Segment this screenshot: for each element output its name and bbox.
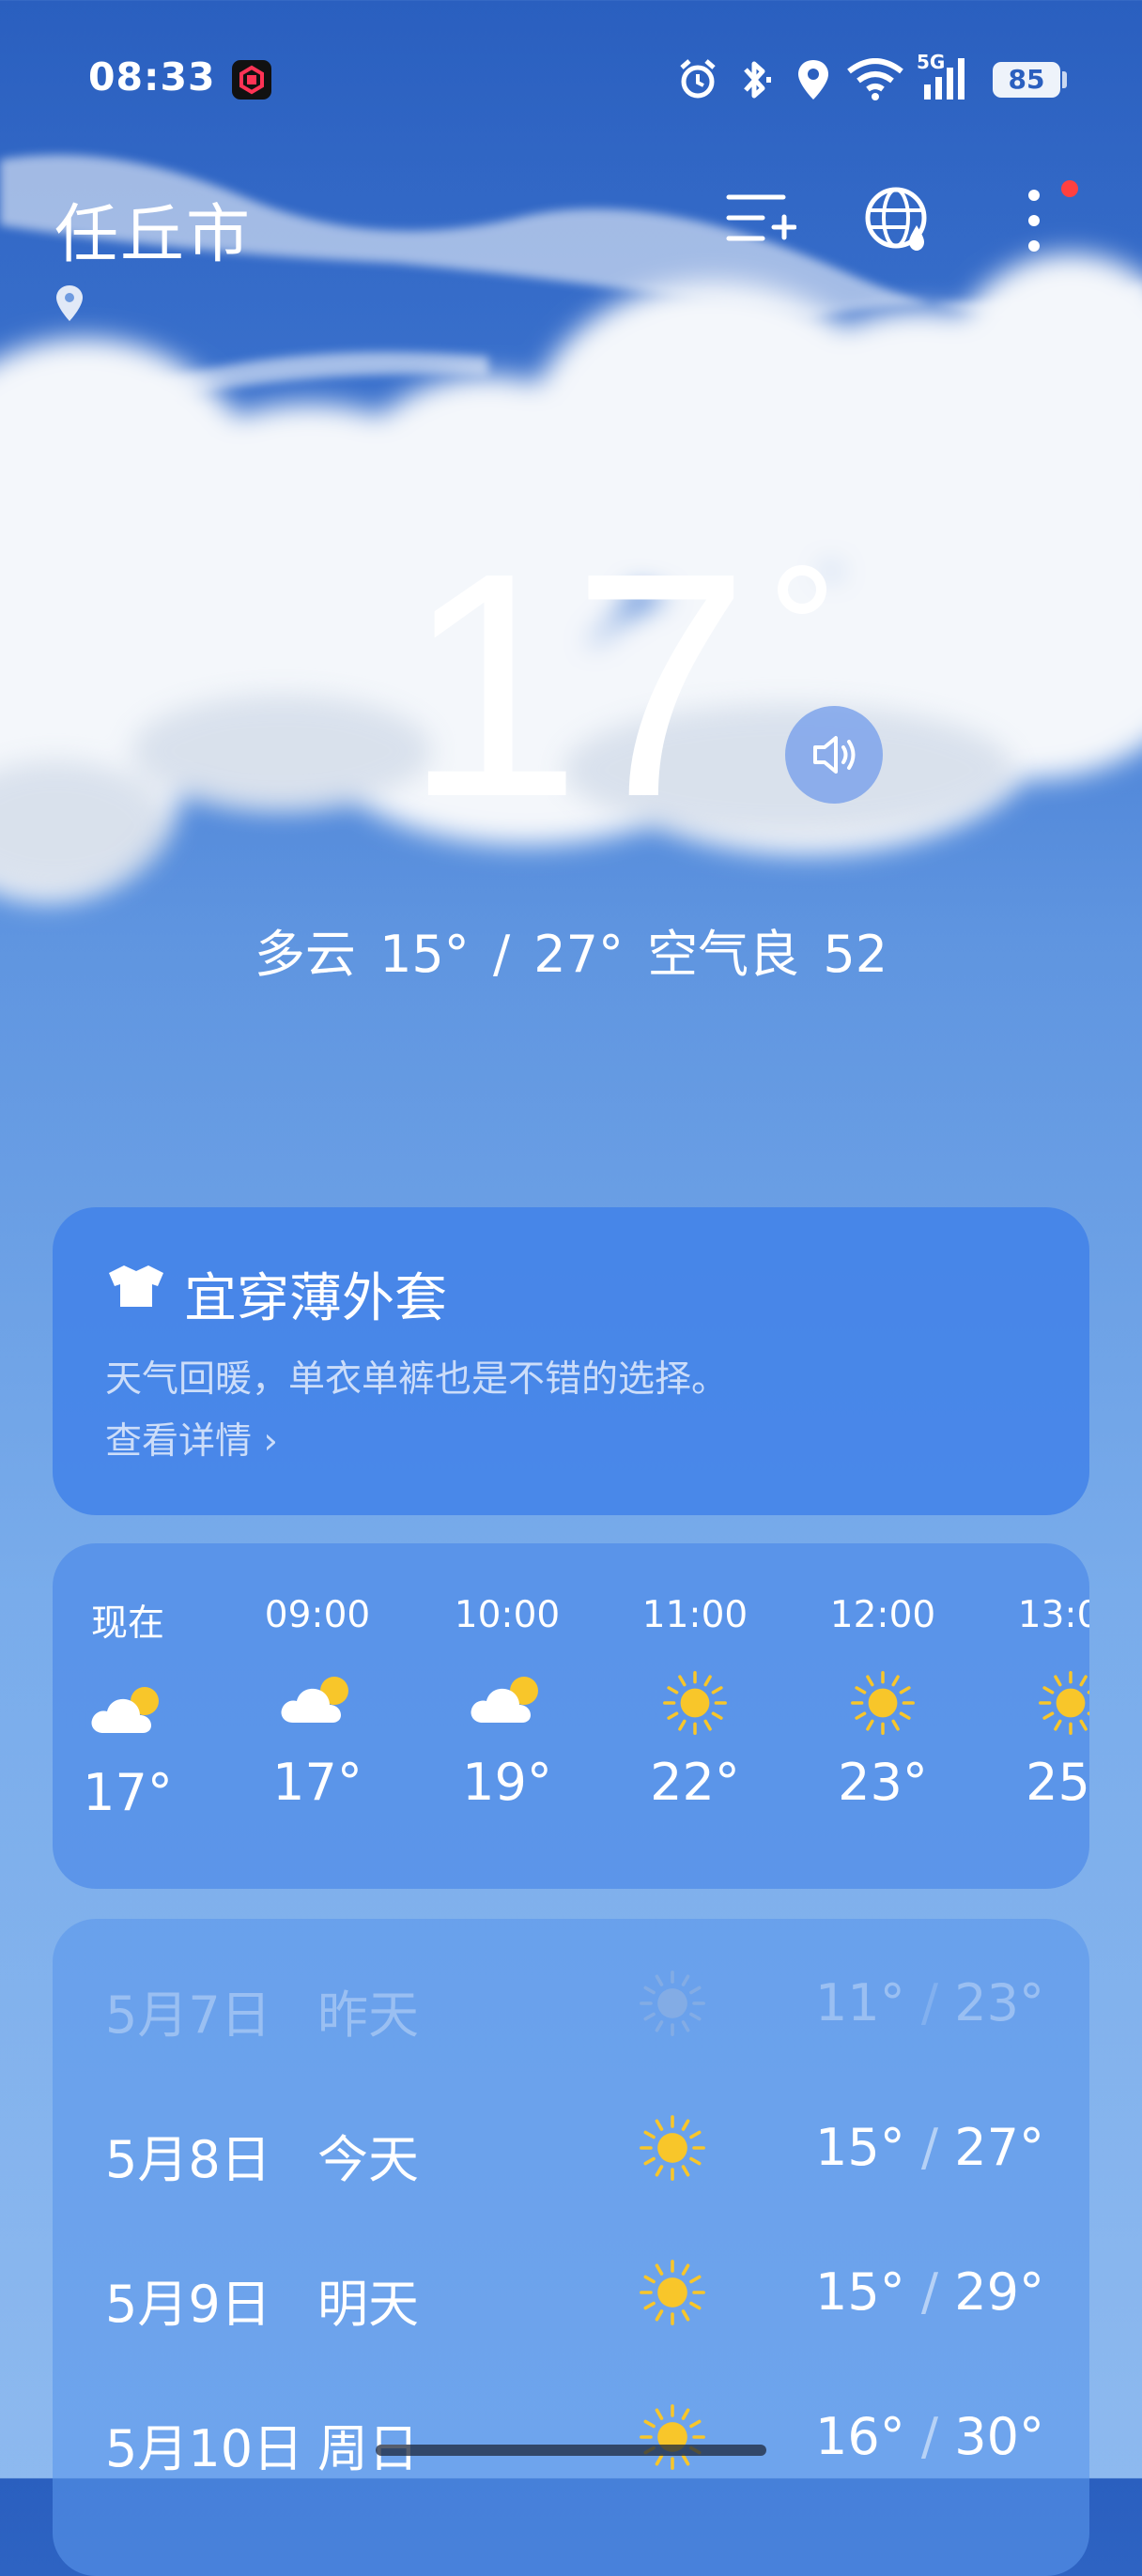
sun-icon xyxy=(817,1670,949,1736)
range-separator: / xyxy=(904,2407,955,2466)
degree-symbol xyxy=(778,565,826,614)
daily-low: 11° xyxy=(815,1973,905,2032)
range-separator: / xyxy=(904,2262,955,2322)
daily-forecast-card[interactable]: 5月7日 昨天 11° / 23° 5月8日 今天 15° / 27° 5月9日 明天 15° … xyxy=(53,1919,1089,2576)
daily-low: 15° xyxy=(815,2118,905,2177)
hourly-time-label: 11:00 xyxy=(641,1594,748,1636)
sun-icon xyxy=(629,1670,761,1736)
daily-row[interactable]: 5月8日 今天 15° / 27° xyxy=(105,2115,1044,2193)
daily-day-name: 今天 xyxy=(317,2130,419,2189)
cloud-sun-icon xyxy=(252,1670,383,1736)
sun-icon xyxy=(639,2114,706,2194)
status-time: 08:33 xyxy=(88,54,216,100)
hourly-time-label: 现在 xyxy=(90,1602,164,1645)
sun-icon xyxy=(1005,1670,1089,1736)
hourly-temperature: 17° xyxy=(272,1753,363,1812)
hourly-time-label: 10:00 xyxy=(454,1594,561,1636)
weather-summary[interactable]: 多云 15° / 27° 空气良 52 xyxy=(0,912,1142,987)
range-separator: / xyxy=(904,2118,955,2177)
hourly-time-label: 09:00 xyxy=(264,1594,371,1636)
status-bar: 08:33 5G 85 xyxy=(0,0,1142,160)
battery-cap xyxy=(1062,71,1067,88)
notification-dot xyxy=(1061,180,1078,197)
sun-icon xyxy=(639,2259,706,2338)
network-type-label: 5G xyxy=(917,51,946,73)
city-name[interactable]: 任丘市 xyxy=(54,182,252,275)
sun-icon xyxy=(639,2403,706,2483)
range-separator: / xyxy=(904,1973,955,2032)
clothing-icon xyxy=(105,1262,167,1314)
daily-high: 30° xyxy=(954,2407,1044,2466)
daily-row[interactable]: 5月9日 明天 15° / 29° xyxy=(105,2259,1044,2338)
cloud-sun-icon xyxy=(62,1680,193,1746)
daily-date: 5月9日 xyxy=(105,2275,271,2334)
hourly-item[interactable]: 11:00 22° xyxy=(629,1594,761,1812)
cloud-sun-icon xyxy=(441,1670,573,1736)
hourly-item[interactable]: 09:00 17° xyxy=(252,1594,383,1812)
hourly-item[interactable]: 10:00 19° xyxy=(441,1594,573,1812)
hourly-time-label: 13:00 xyxy=(1017,1594,1089,1636)
daily-day-name: 明天 xyxy=(317,2275,419,2334)
daily-row[interactable]: 5月7日 昨天 11° / 23° xyxy=(105,1970,1044,2049)
bluetooth-icon xyxy=(734,56,776,107)
manage-cities-button[interactable] xyxy=(725,184,797,257)
daily-high: 29° xyxy=(954,2262,1044,2322)
hourly-item[interactable]: 现在 17° xyxy=(62,1594,193,1822)
location-pin-icon xyxy=(54,284,85,327)
hourly-temperature: 22° xyxy=(650,1753,740,1812)
hourly-temperature: 23° xyxy=(838,1753,928,1812)
daily-high: 27° xyxy=(954,2118,1044,2177)
battery-indicator: 85 xyxy=(993,62,1060,98)
daily-temperature-range: 15° / 27° xyxy=(815,2118,1044,2177)
location-status-icon xyxy=(795,56,832,107)
sun-icon xyxy=(639,1970,706,2049)
app-notification-icon xyxy=(232,60,271,100)
wifi-icon xyxy=(845,58,905,105)
hourly-temperature: 19° xyxy=(462,1753,552,1812)
daily-low: 15° xyxy=(815,2262,905,2322)
clothing-advice-card[interactable]: 宜穿薄外套 天气回暖，单衣单裤也是不错的选择。 查看详情 › xyxy=(53,1207,1089,1515)
daily-date: 5月8日 xyxy=(105,2130,271,2189)
current-temperature: 17 xyxy=(404,507,749,864)
hourly-temperature: 25° xyxy=(1026,1753,1089,1812)
alarm-icon xyxy=(674,56,721,107)
daily-temperature-range: 15° / 29° xyxy=(815,2262,1044,2322)
daily-temperature-range: 11° / 23° xyxy=(815,1973,1044,2032)
global-weather-button[interactable] xyxy=(862,184,934,259)
hourly-forecast-card[interactable]: 现在 17° 09:00 17° 10:00 19° 11:00 22° 12:00 23° 13:… xyxy=(53,1543,1089,1889)
home-indicator[interactable] xyxy=(376,2445,766,2456)
clothing-advice-description: 天气回暖，单衣单裤也是不错的选择。 xyxy=(105,1358,729,1401)
more-options-button[interactable] xyxy=(1020,188,1048,257)
clothing-advice-title: 宜穿薄外套 xyxy=(184,1268,447,1329)
voice-broadcast-button[interactable] xyxy=(785,706,883,804)
daily-high: 23° xyxy=(954,1973,1044,2032)
hourly-time-label: 12:00 xyxy=(829,1594,936,1636)
cellular-signal-icon: 5G xyxy=(917,51,975,107)
hourly-temperature: 17° xyxy=(83,1763,173,1822)
hourly-item[interactable]: 13:00 25° xyxy=(1005,1594,1089,1812)
daily-day-name: 昨天 xyxy=(317,1986,419,2045)
hourly-item[interactable]: 12:00 23° xyxy=(817,1594,949,1812)
daily-temperature-range: 16° / 30° xyxy=(815,2407,1044,2466)
daily-date: 5月7日 xyxy=(105,1986,271,2045)
view-details-link[interactable]: 查看详情 › xyxy=(105,1412,278,1464)
daily-low: 16° xyxy=(815,2407,905,2466)
daily-date: 5月10日 xyxy=(105,2419,304,2478)
